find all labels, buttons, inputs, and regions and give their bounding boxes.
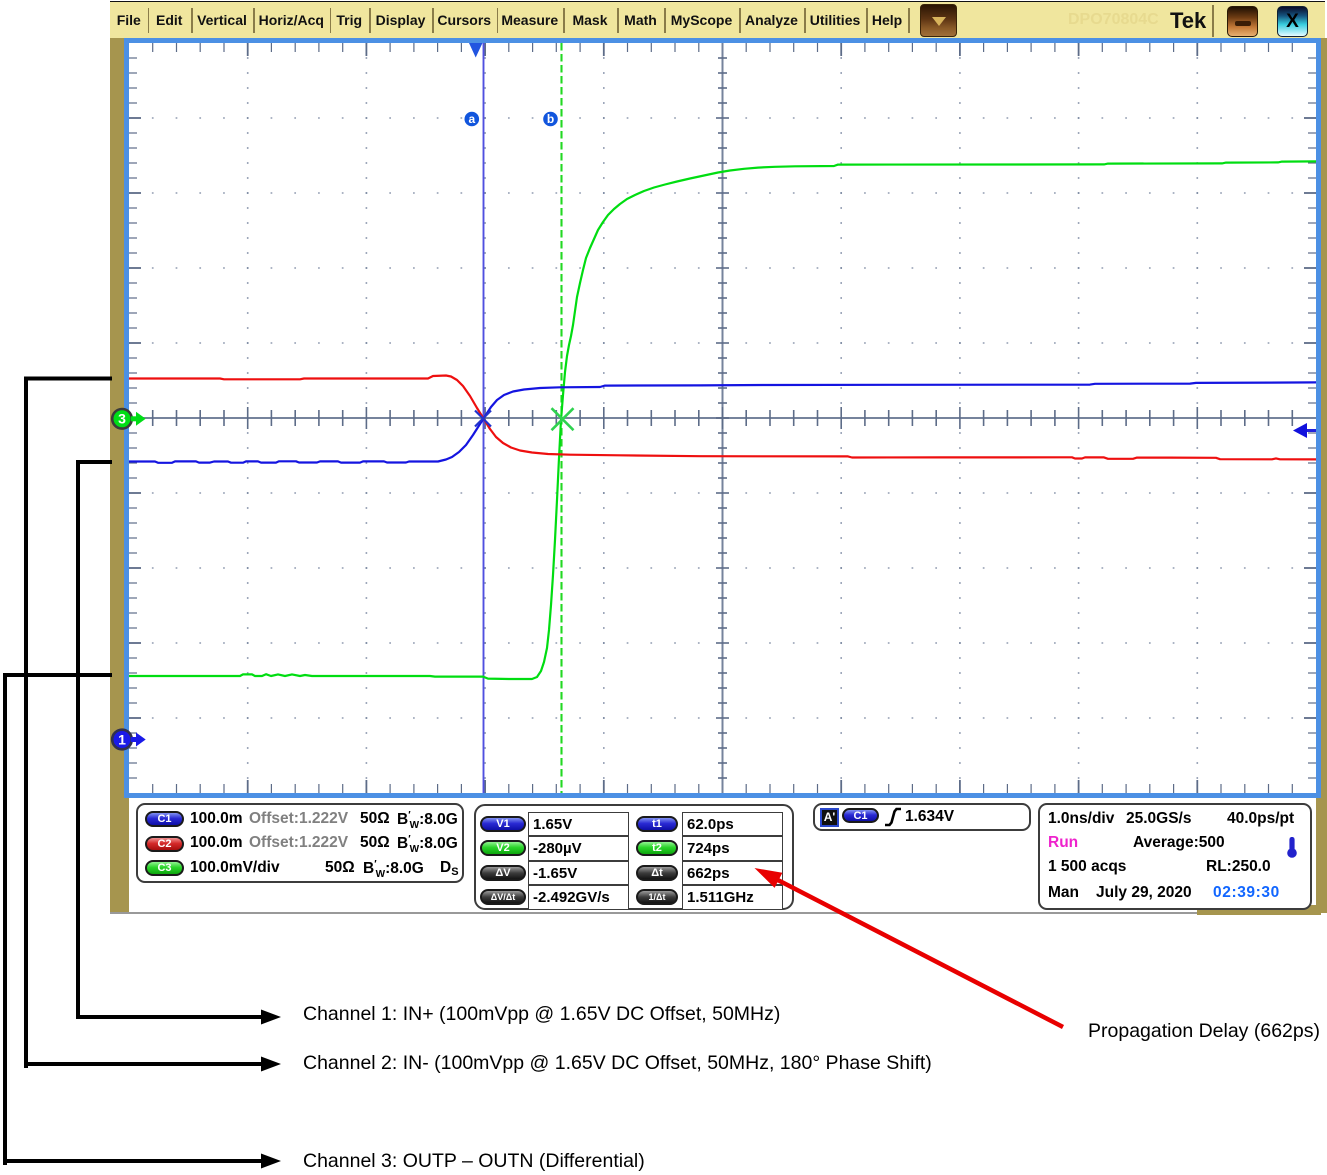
- svg-text:a: a: [468, 112, 475, 126]
- svg-text:3: 3: [118, 411, 126, 427]
- svg-text:b: b: [547, 112, 554, 126]
- svg-text:1: 1: [118, 731, 126, 747]
